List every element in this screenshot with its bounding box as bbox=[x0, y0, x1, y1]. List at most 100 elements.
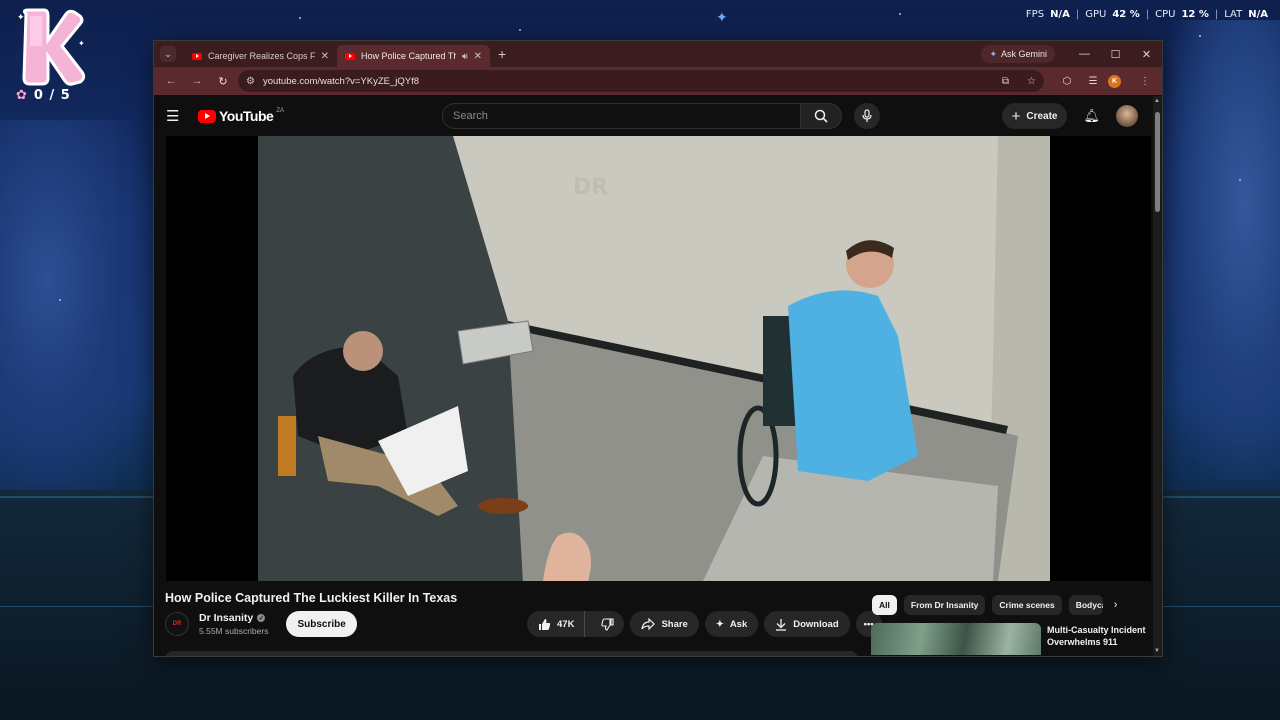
search-button[interactable] bbox=[800, 103, 842, 129]
microphone-icon bbox=[862, 109, 872, 122]
hud-lat-label: LAT bbox=[1224, 9, 1243, 20]
new-tab-button[interactable]: + bbox=[498, 46, 506, 62]
scroll-down-icon[interactable]: ▼ bbox=[1154, 648, 1160, 654]
svg-text:✦: ✦ bbox=[716, 10, 728, 26]
tab-caregiver[interactable]: Caregiver Realizes Cops Found ✕ bbox=[184, 45, 337, 67]
video-frame[interactable]: DR bbox=[258, 136, 1050, 581]
chip-from-channel[interactable]: From Dr Insanity bbox=[903, 595, 986, 615]
minimize-button[interactable]: — bbox=[1069, 48, 1100, 60]
hud-separator: | bbox=[1145, 9, 1150, 20]
back-button[interactable]: ← bbox=[160, 75, 182, 87]
hud-cpu-label: CPU bbox=[1155, 9, 1176, 20]
voice-search-button[interactable] bbox=[854, 103, 880, 129]
header-right: + Create 🔔︎ bbox=[1001, 103, 1138, 129]
ask-gemini-label: Ask Gemini bbox=[1000, 49, 1047, 59]
browser-toolbar: ← → ↻ ⚙ youtube.com/watch?v=YKyZE_jQYf8 … bbox=[154, 67, 1162, 95]
thumbs-down-icon bbox=[601, 617, 614, 631]
hud-gpu-label: GPU bbox=[1085, 9, 1107, 20]
account-avatar[interactable] bbox=[1116, 105, 1138, 127]
ask-gemini-button[interactable]: ✦ Ask Gemini bbox=[981, 45, 1055, 63]
browser-menu-icon[interactable]: ⋮ bbox=[1134, 76, 1156, 87]
channel-meta: Dr Insanity ✓ 5.55M subscribers bbox=[199, 612, 268, 636]
tab-how-police[interactable]: How Police Captured The Luckiest 🔊︎ ✕ bbox=[337, 45, 490, 67]
scrollbar-thumb[interactable] bbox=[1155, 112, 1160, 212]
youtube-wordmark: YouTube bbox=[219, 108, 274, 124]
related-chips: All From Dr Insanity Crime scenes Bodyca… bbox=[872, 595, 1117, 615]
search-bar bbox=[442, 103, 880, 129]
url-text[interactable]: youtube.com/watch?v=YKyZE_jQYf8 bbox=[263, 76, 984, 87]
hud-fps-label: FPS bbox=[1025, 9, 1045, 20]
description-box[interactable] bbox=[165, 651, 858, 656]
profile-button[interactable]: K bbox=[1108, 74, 1130, 88]
performance-hud: FPS N/A | GPU 42 % | CPU 12 % | LAT N/A bbox=[1026, 9, 1268, 20]
forward-button[interactable]: → bbox=[186, 75, 208, 87]
search-input[interactable] bbox=[442, 103, 800, 129]
close-window-button[interactable]: ✕ bbox=[1131, 48, 1162, 61]
recommendation-thumbnail[interactable] bbox=[871, 623, 1041, 655]
k-counter: ✿ 0 / 5 bbox=[16, 88, 71, 103]
video-scene-image: DR bbox=[258, 136, 1050, 581]
download-icon bbox=[776, 618, 787, 631]
youtube-favicon-icon bbox=[192, 52, 202, 60]
create-button[interactable]: + Create bbox=[1001, 103, 1068, 129]
youtube-logo[interactable]: YouTube ZA bbox=[198, 108, 284, 124]
hud-lat-value: N/A bbox=[1248, 9, 1268, 20]
hud-cpu-value: 12 % bbox=[1181, 9, 1209, 20]
tab-title: Caregiver Realizes Cops Found bbox=[208, 51, 315, 61]
video-player[interactable]: DR bbox=[166, 136, 1151, 581]
svg-text:✦: ✦ bbox=[17, 13, 25, 23]
video-watermark: DR bbox=[573, 175, 608, 200]
maximize-button[interactable]: ☐ bbox=[1100, 48, 1131, 61]
hamburger-menu-icon[interactable]: ☰ bbox=[166, 107, 190, 125]
channel-name[interactable]: Dr Insanity bbox=[199, 612, 253, 624]
tab-search-button[interactable]: ⌄ bbox=[160, 46, 176, 62]
thumbs-up-icon bbox=[539, 618, 551, 630]
youtube-favicon-icon bbox=[345, 52, 355, 60]
subscriber-count: 5.55M subscribers bbox=[199, 626, 269, 636]
like-dislike-group: 47K bbox=[527, 611, 625, 637]
like-button[interactable]: 47K bbox=[527, 611, 586, 637]
recommendation-title[interactable]: Multi-Casualty Incident Overwhelms 911 bbox=[1047, 624, 1157, 655]
youtube-page: ☰ YouTube ZA Search + Create 🔔︎ DR How P… bbox=[154, 96, 1162, 656]
close-icon[interactable]: ✕ bbox=[321, 51, 329, 62]
site-settings-icon[interactable]: ⚙ bbox=[246, 76, 255, 87]
share-button[interactable]: Share bbox=[630, 611, 699, 637]
channel-avatar[interactable]: DR bbox=[165, 612, 189, 636]
subscribe-button[interactable]: Subscribe bbox=[286, 611, 357, 637]
chip-bodycam[interactable]: Bodycam bbox=[1068, 595, 1103, 615]
youtube-play-icon bbox=[198, 109, 216, 123]
recommendation-item[interactable]: Multi-Casualty Incident Overwhelms 911 bbox=[871, 623, 1157, 655]
share-arrow-icon bbox=[641, 618, 656, 630]
channel-name-row[interactable]: Dr Insanity ✓ bbox=[199, 612, 268, 624]
plus-icon: + bbox=[1011, 107, 1021, 125]
dislike-button[interactable] bbox=[591, 611, 624, 637]
ask-button[interactable]: ✦ Ask bbox=[704, 611, 759, 637]
extensions-icon[interactable]: ⬡ bbox=[1056, 76, 1078, 87]
bookmark-star-icon[interactable]: ☆ bbox=[1027, 76, 1036, 87]
hud-separator: | bbox=[1214, 9, 1219, 20]
profile-avatar: K bbox=[1108, 74, 1121, 88]
page-scrollbar[interactable]: ▲ ▼ bbox=[1153, 96, 1162, 656]
tab-strip: ⌄ Caregiver Realizes Cops Found ✕ How Po… bbox=[154, 41, 1162, 67]
video-title: How Police Captured The Luckiest Killer … bbox=[165, 591, 458, 605]
k-logo-icon[interactable]: ✦ ✦ bbox=[14, 6, 88, 86]
chip-crime-scenes[interactable]: Crime scenes bbox=[992, 595, 1062, 615]
close-icon[interactable]: ✕ bbox=[474, 51, 482, 62]
reload-button[interactable]: ↻ bbox=[212, 75, 234, 88]
address-bar[interactable]: ⚙ youtube.com/watch?v=YKyZE_jQYf8 ⧉ ☆ bbox=[238, 70, 1044, 92]
download-label: Download bbox=[793, 618, 839, 630]
desktop-hill-left bbox=[0, 120, 160, 520]
speaker-icon[interactable]: 🔊︎ bbox=[462, 51, 468, 62]
tab-strip-right: ✦ Ask Gemini — ☐ ✕ bbox=[981, 41, 1162, 67]
scroll-up-icon[interactable]: ▲ bbox=[1154, 98, 1160, 104]
reading-list-icon[interactable]: ☰ bbox=[1082, 76, 1104, 87]
chip-all[interactable]: All bbox=[872, 595, 897, 615]
gemini-sparkle-icon: ✦ bbox=[989, 48, 997, 59]
hud-separator: | bbox=[1075, 9, 1080, 20]
sparkle-icon: ✦ bbox=[715, 618, 724, 630]
cast-icon[interactable]: ⧉ bbox=[1002, 76, 1009, 87]
chevron-right-icon[interactable]: › bbox=[1114, 599, 1118, 611]
notifications-bell-icon[interactable]: 🔔︎ bbox=[1083, 108, 1100, 124]
flower-icon: ✿ bbox=[16, 88, 28, 103]
download-button[interactable]: Download bbox=[764, 611, 850, 637]
